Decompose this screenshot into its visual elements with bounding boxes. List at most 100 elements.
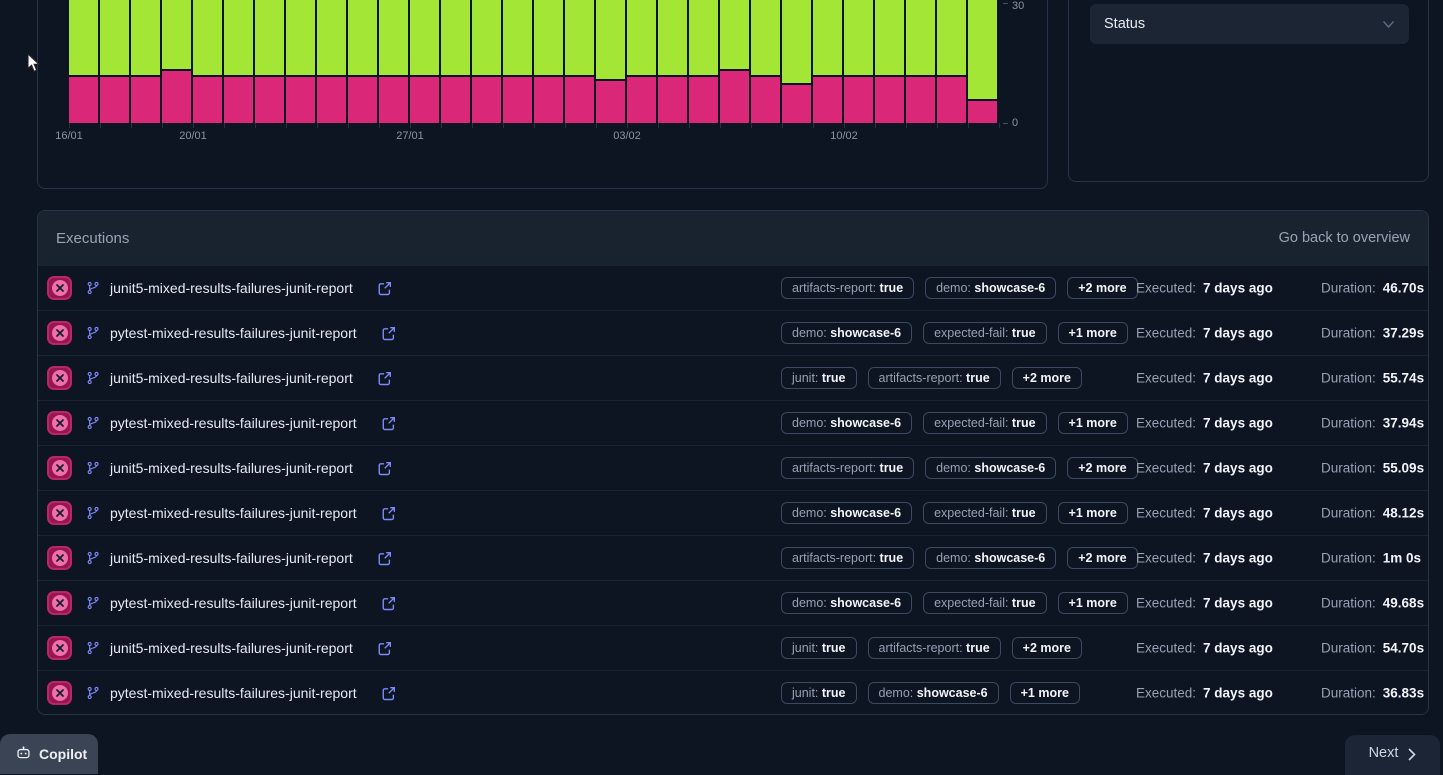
open-execution-icon[interactable] <box>377 371 392 386</box>
execution-row[interactable]: pytest-mixed-results-failures-junit-repo… <box>38 670 1428 715</box>
bar <box>875 0 904 123</box>
tag-value: showcase-6 <box>830 506 901 520</box>
passed-segment <box>100 0 129 75</box>
execution-name: junit5-mixed-results-failures-junit-repo… <box>110 550 353 566</box>
tag-pill: demo: showcase-6 <box>925 457 1056 479</box>
more-tags-pill[interactable]: +2 more <box>1067 457 1137 479</box>
status-failed-icon <box>47 411 72 435</box>
duration-label: Duration: <box>1321 596 1376 611</box>
bar <box>596 0 625 123</box>
executed-label: Executed: <box>1136 281 1196 296</box>
duration-info: Duration:55.74s <box>1321 371 1424 386</box>
execution-row[interactable]: pytest-mixed-results-failures-junit-repo… <box>38 580 1428 625</box>
passed-segment <box>131 0 160 75</box>
failed-segment <box>472 75 501 123</box>
more-tags-pill[interactable]: +1 more <box>1058 592 1128 614</box>
open-execution-icon[interactable] <box>377 551 392 566</box>
bar <box>348 0 377 123</box>
executions-title: Executions <box>56 230 129 247</box>
more-tags-pill[interactable]: +1 more <box>1058 322 1128 344</box>
x-axis-tick-label: 27/01 <box>396 130 424 142</box>
more-tags-pill[interactable]: +2 more <box>1067 277 1137 299</box>
status-failed-icon <box>47 456 72 480</box>
more-tags-pill[interactable]: +2 more <box>1012 637 1082 659</box>
tag-value: true <box>880 281 904 295</box>
failed-segment <box>534 75 563 123</box>
passed-segment <box>472 0 501 75</box>
tag-label: expected-fail: <box>934 416 1012 430</box>
more-tags-pill[interactable]: +2 more <box>1067 547 1137 569</box>
open-execution-icon[interactable] <box>377 641 392 656</box>
execution-row[interactable]: junit5-mixed-results-failures-junit-repo… <box>38 445 1428 490</box>
duration-info: Duration:37.29s <box>1321 326 1424 341</box>
failed-segment <box>69 75 98 123</box>
open-execution-icon[interactable] <box>381 506 396 521</box>
more-tags-pill[interactable]: +1 more <box>1010 682 1080 704</box>
execution-name-wrap: junit5-mixed-results-failures-junit-repo… <box>110 446 392 490</box>
tag-label: demo: <box>792 506 830 520</box>
go-back-to-overview-link[interactable]: Go back to overview <box>1279 230 1410 246</box>
more-tags-pill[interactable]: +2 more <box>1012 367 1082 389</box>
tag-label: demo: <box>792 416 830 430</box>
passed-segment <box>968 0 997 99</box>
duration-value: 54.70s <box>1383 641 1424 656</box>
status-filter-dropdown[interactable]: Status <box>1090 4 1409 44</box>
x-icon <box>52 550 68 566</box>
tag-value: showcase-6 <box>974 281 1045 295</box>
failed-segment <box>131 75 160 123</box>
executed-label: Executed: <box>1136 506 1196 521</box>
open-execution-icon[interactable] <box>381 416 396 431</box>
executed-info: Executed:7 days ago <box>1136 596 1273 611</box>
execution-row[interactable]: junit5-mixed-results-failures-junit-repo… <box>38 355 1428 400</box>
duration-label: Duration: <box>1321 461 1376 476</box>
execution-row[interactable]: junit5-mixed-results-failures-junit-repo… <box>38 535 1428 580</box>
git-branch-icon <box>86 686 100 700</box>
passed-segment <box>69 0 98 75</box>
open-execution-icon[interactable] <box>381 326 396 341</box>
more-tags-pill[interactable]: +1 more <box>1058 412 1128 434</box>
x-icon <box>52 325 68 341</box>
execution-row[interactable]: pytest-mixed-results-failures-junit-repo… <box>38 400 1428 445</box>
execution-row[interactable]: pytest-mixed-results-failures-junit-repo… <box>38 310 1428 355</box>
passed-segment <box>627 0 656 75</box>
tag-value: true <box>966 641 990 655</box>
next-page-button[interactable]: Next <box>1345 735 1440 775</box>
copilot-button[interactable]: Copilot <box>0 734 98 774</box>
execution-name-wrap: pytest-mixed-results-failures-junit-repo… <box>110 671 396 715</box>
git-branch-icon <box>86 281 100 295</box>
executed-value: 7 days ago <box>1203 461 1273 476</box>
git-branch-icon <box>86 371 100 385</box>
execution-row[interactable]: junit5-mixed-results-failures-junit-repo… <box>38 625 1428 670</box>
execution-name: junit5-mixed-results-failures-junit-repo… <box>110 370 353 386</box>
failed-segment <box>596 79 625 123</box>
open-execution-icon[interactable] <box>377 461 392 476</box>
more-tags-pill[interactable]: +1 more <box>1058 502 1128 524</box>
tag-pill: demo: showcase-6 <box>925 547 1056 569</box>
tag-label: artifacts-report: <box>792 461 880 475</box>
tag-pill: demo: showcase-6 <box>925 277 1056 299</box>
bar <box>224 0 253 123</box>
passed-segment <box>782 0 811 83</box>
execution-name: junit5-mixed-results-failures-junit-repo… <box>110 640 353 656</box>
duration-value: 49.68s <box>1383 596 1424 611</box>
open-execution-icon[interactable] <box>381 686 396 701</box>
passed-segment <box>193 0 222 75</box>
executed-value: 7 days ago <box>1203 371 1273 386</box>
status-failed-icon <box>47 501 72 525</box>
execution-row[interactable]: junit5-mixed-results-failures-junit-repo… <box>38 265 1428 310</box>
failed-segment <box>162 69 191 123</box>
bar <box>100 0 129 123</box>
x-axis-tick-label: 20/01 <box>179 130 207 142</box>
bar <box>255 0 284 123</box>
tag-pill: demo: showcase-6 <box>781 592 912 614</box>
executed-label: Executed: <box>1136 596 1196 611</box>
failed-segment <box>627 75 656 123</box>
failed-segment <box>410 75 439 123</box>
execution-row[interactable]: pytest-mixed-results-failures-junit-repo… <box>38 490 1428 535</box>
open-execution-icon[interactable] <box>381 596 396 611</box>
git-branch-icon <box>86 461 100 475</box>
status-failed-icon <box>47 591 72 615</box>
duration-info: Duration:54.70s <box>1321 641 1424 656</box>
open-execution-icon[interactable] <box>377 281 392 296</box>
tag-label: artifacts-report: <box>792 281 880 295</box>
